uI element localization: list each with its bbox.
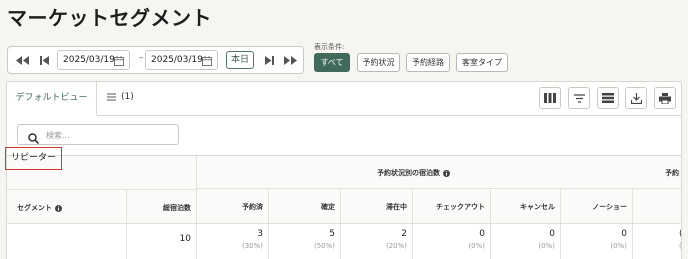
- table-row-cell: 0 (0%): [491, 224, 561, 259]
- filter-booking-channel-button[interactable]: 予約経路: [406, 53, 450, 72]
- columns-button[interactable]: [539, 87, 561, 109]
- column-header: 予約済: [197, 189, 269, 224]
- column-header: キャンセル: [491, 189, 561, 224]
- table-row-segment-cell: [7, 224, 127, 259]
- table-row-cell-partial: ((: [633, 224, 681, 259]
- tab-default-view[interactable]: デフォルトビュー: [7, 82, 97, 117]
- print-button[interactable]: [654, 87, 676, 109]
- group-header-2-text: 予約: [665, 169, 679, 177]
- row-density-button[interactable]: [597, 87, 619, 109]
- total-header-cell: 総宿泊数: [127, 189, 197, 224]
- end-date-input[interactable]: 2025/03/19: [145, 50, 218, 70]
- rewind-icon[interactable]: [13, 52, 31, 68]
- start-date-text: 2025/03/19: [63, 55, 115, 65]
- tab-filter-list[interactable]: (1): [107, 92, 134, 102]
- columns-icon: [544, 93, 556, 103]
- page-title: マーケットセグメント: [7, 6, 212, 30]
- segment-table: 予約状況別の宿泊数 予約 セグメント 総宿泊数 予約済 確定 滞在中 チェックア…: [7, 155, 681, 259]
- date-navigator: 2025/03/19 – 2025/03/19 本日: [7, 46, 304, 74]
- filter-count: (1): [121, 92, 134, 102]
- group-header-label: 予約状況別の宿泊数: [377, 168, 450, 178]
- column-header: ノーショー: [561, 189, 633, 224]
- calendar-icon[interactable]: [202, 55, 212, 73]
- start-date-input[interactable]: 2025/03/19: [57, 50, 130, 70]
- table-row-cell: 0 (0%): [413, 224, 491, 259]
- date-separator: –: [139, 53, 144, 63]
- filter-reservation-status-button[interactable]: 予約状況: [357, 53, 400, 72]
- filter-room-type-button[interactable]: 客室タイプ: [456, 53, 508, 72]
- column-header: 確定: [269, 189, 341, 224]
- filter-icon: [573, 93, 585, 103]
- list-icon: [107, 93, 116, 101]
- view-tabbar: デフォルトビュー (1): [7, 82, 681, 117]
- filter-label: 表示条件:: [314, 43, 345, 51]
- table-row-cell: 2 (20%): [341, 224, 413, 259]
- table-row-cell: 3 (30%): [197, 224, 269, 259]
- segment-name-highlighted[interactable]: リピーター: [5, 147, 62, 170]
- today-button[interactable]: 本日: [226, 51, 254, 69]
- rows-icon: [602, 93, 614, 103]
- group-header-cell: 予約状況別の宿泊数 予約: [197, 156, 681, 189]
- download-button[interactable]: [625, 87, 647, 109]
- filter-all-button[interactable]: すべて: [314, 53, 350, 72]
- segment-header-text: セグメント: [17, 204, 52, 212]
- info-icon: [55, 204, 62, 212]
- download-icon: [630, 92, 642, 104]
- search-field[interactable]: [17, 124, 179, 145]
- column-header: 滞在中: [341, 189, 413, 224]
- group-header-text: 予約状況別の宿泊数: [377, 169, 440, 177]
- table-row-cell: 5 (50%): [269, 224, 341, 259]
- end-date-text: 2025/03/19: [151, 55, 203, 65]
- search-input[interactable]: [46, 128, 171, 142]
- total-header-text: 総宿泊数: [163, 204, 191, 212]
- filter-button[interactable]: [568, 87, 590, 109]
- skip-forward-icon[interactable]: [260, 52, 278, 68]
- search-icon: [28, 129, 40, 148]
- info-icon: [443, 169, 450, 177]
- report-card: デフォルトビュー (1) 予約状況別の宿泊数: [6, 81, 682, 259]
- print-icon: [659, 92, 671, 104]
- table-row-total-cell: 10: [127, 224, 197, 259]
- fast-forward-icon[interactable]: [281, 52, 299, 68]
- table-row-cell: 0 (0%): [561, 224, 633, 259]
- skip-back-icon[interactable]: [35, 52, 53, 68]
- column-header: [633, 189, 681, 224]
- segment-header-cell: セグメント: [7, 189, 127, 224]
- calendar-icon[interactable]: [114, 55, 124, 73]
- column-header: チェックアウト: [413, 189, 491, 224]
